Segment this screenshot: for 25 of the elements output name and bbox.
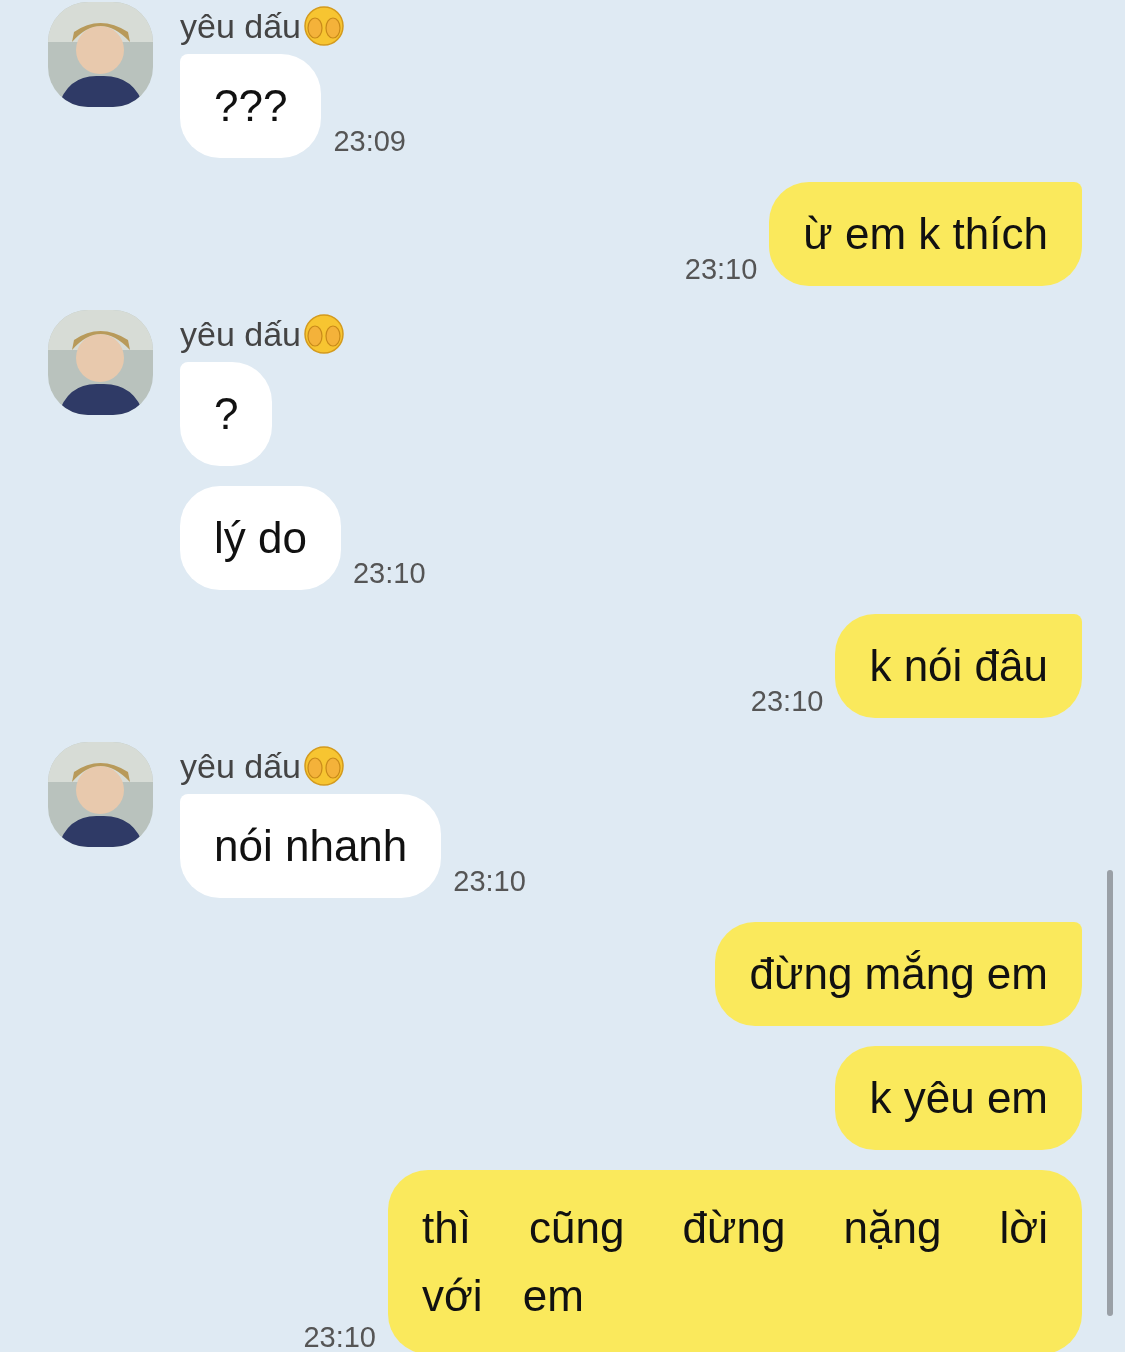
- message-bubble: lý do: [180, 486, 341, 590]
- message-bubble: nói nhanh: [180, 794, 442, 898]
- avatar-icon[interactable]: [48, 2, 153, 107]
- message-bubble: đừng mắng em: [715, 922, 1082, 1026]
- message-bubble: ừ em k thích: [769, 182, 1082, 286]
- message-bubble: thì cũng đừng nặng lời với em: [388, 1170, 1082, 1352]
- message-bubble: k nói đâu: [835, 614, 1082, 718]
- message-bubble: ???: [180, 54, 322, 158]
- sender-name: yêu dấu: [180, 745, 301, 787]
- message-time: 23:10: [453, 867, 526, 896]
- message-bubble: k yêu em: [835, 1046, 1082, 1150]
- message-time: 23:10: [684, 255, 758, 284]
- message-time: 23:10: [750, 687, 824, 716]
- message-time: 23:10: [303, 1323, 376, 1352]
- message-time: 23:10: [352, 559, 426, 588]
- message-bubble: ?: [180, 362, 273, 466]
- sender-name: yêu dấu: [180, 313, 301, 355]
- avatar-icon[interactable]: [48, 742, 153, 847]
- emoji-icon: [303, 5, 345, 47]
- sender-name: yêu dấu: [180, 5, 301, 47]
- scroll-bar[interactable]: [1107, 870, 1113, 1316]
- emoji-icon: [303, 745, 345, 787]
- avatar-icon[interactable]: [48, 310, 153, 415]
- emoji-icon: [303, 313, 345, 355]
- message-time: 23:09: [333, 127, 406, 156]
